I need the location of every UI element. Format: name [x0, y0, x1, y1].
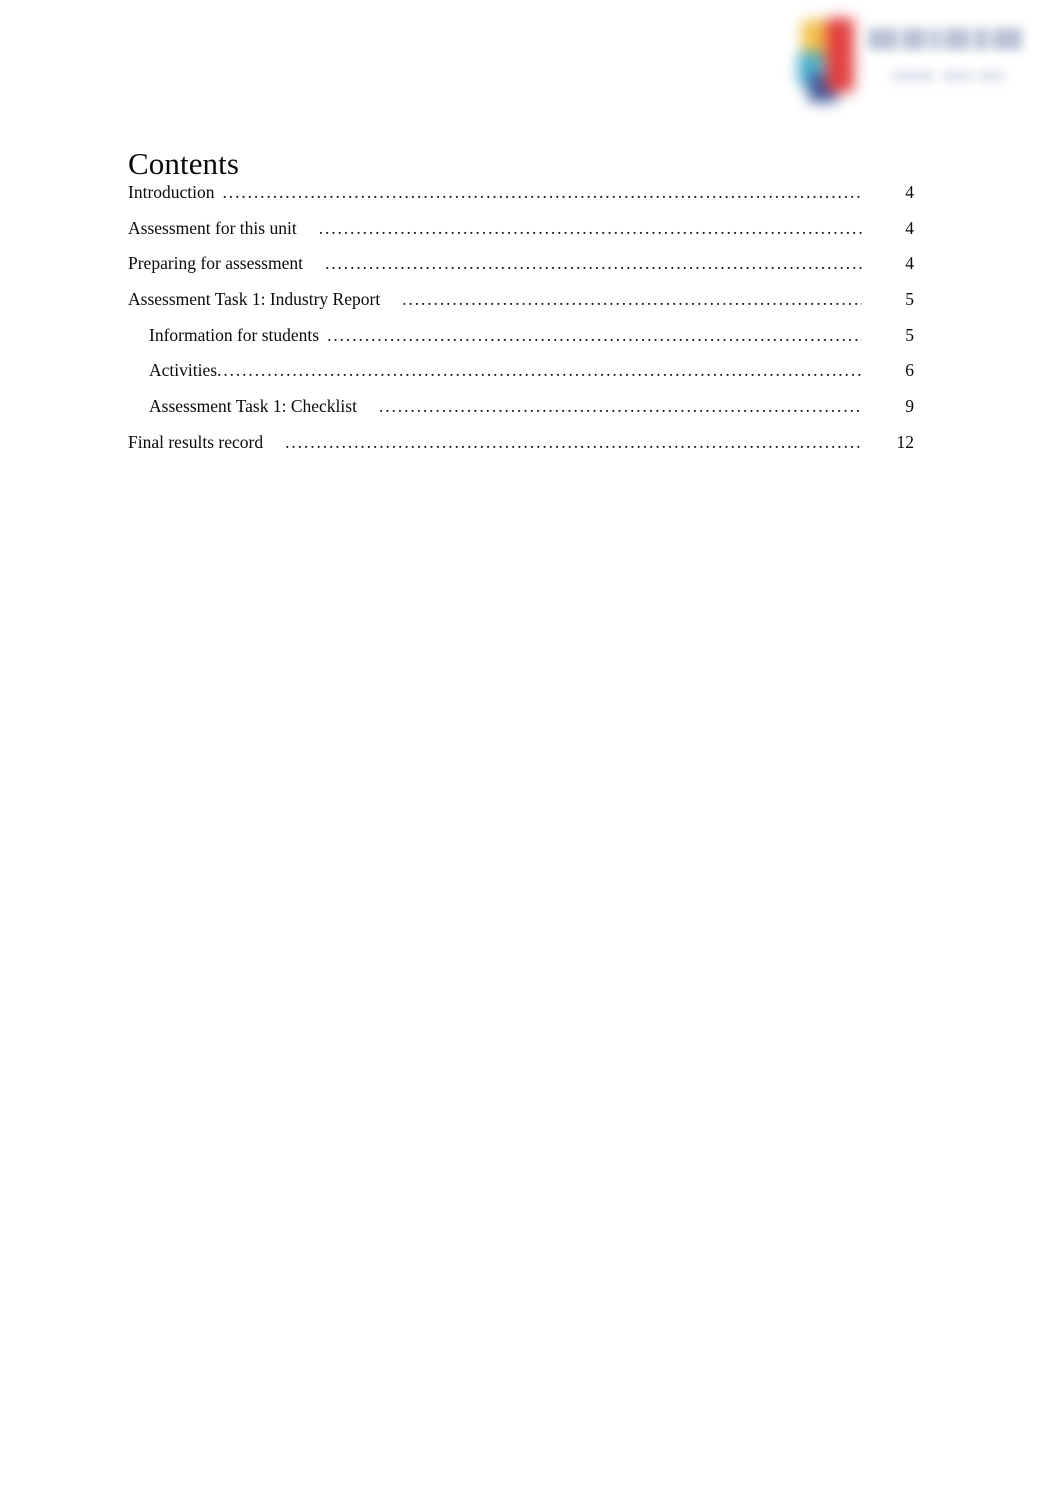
- toc-entry-title: Assessment Task 1: Industry Report: [128, 289, 381, 310]
- logo-subtitle-glyph: [978, 70, 1004, 82]
- toc-page-number: 4: [905, 253, 914, 274]
- toc-page-number: 4: [905, 182, 914, 202]
- toc-dot-leader: ........................................…: [324, 253, 862, 274]
- logo-wordmark-glyph: [944, 28, 970, 50]
- logo-wordmark: [866, 22, 1028, 62]
- logo-subtitle-glyph: [892, 70, 934, 82]
- toc-page-number: 9: [905, 396, 914, 417]
- toc-entry[interactable]: Assessment for this unit................…: [128, 216, 914, 252]
- logo-wordmark-glyph: [868, 28, 898, 50]
- toc-entry[interactable]: Information for students................…: [128, 323, 914, 359]
- toc-entry[interactable]: Final results record....................…: [128, 430, 914, 466]
- toc-entry-title: Information for students: [149, 324, 320, 345]
- toc-entry-title: Assessment for this unit: [128, 217, 297, 238]
- toc-entry-title: Activities: [149, 360, 218, 381]
- toc-entry-title: Introduction: [128, 182, 215, 202]
- toc-entry[interactable]: Preparing for assessment................…: [128, 251, 914, 287]
- page-title: Contents: [128, 145, 240, 181]
- toc-dot-leader: ........................................…: [318, 217, 862, 238]
- logo-wordmark-glyph: [992, 28, 1022, 50]
- toc-entry[interactable]: Activities..............................…: [128, 358, 914, 394]
- logo-wordmark-glyph: [930, 28, 940, 50]
- toc-page-number: 12: [896, 431, 915, 452]
- logo-subtitle-glyph: [942, 70, 972, 82]
- toc-entry[interactable]: Assessment Task 1: Checklist............…: [128, 394, 914, 430]
- toc-entry[interactable]: Introduction............................…: [128, 180, 914, 216]
- organisation-logo: [796, 14, 1028, 110]
- toc-dot-leader: ........................................…: [327, 324, 862, 345]
- document-page: Contents Introduction...................…: [0, 0, 1062, 1506]
- table-of-contents: Introduction............................…: [128, 180, 914, 466]
- logo-wordmark-glyph: [974, 28, 988, 50]
- logo-subtitle: [892, 66, 1008, 86]
- logo-wordmark-glyph: [902, 28, 926, 50]
- toc-entry[interactable]: Assessment Task 1: Industry Report......…: [128, 287, 914, 323]
- toc-entry-title: Preparing for assessment: [128, 253, 303, 274]
- toc-dot-leader: ........................................…: [222, 182, 862, 202]
- toc-entry-title: Assessment Task 1: Checklist: [149, 396, 357, 417]
- toc-dot-leader: ........................................…: [402, 289, 862, 310]
- toc-dot-leader: ........................................…: [378, 396, 862, 417]
- toc-page-number: 5: [905, 289, 914, 310]
- toc-dot-leader: ........................................…: [285, 431, 862, 452]
- toc-dot-leader: ........................................…: [217, 360, 862, 381]
- toc-entry-title: Final results record: [128, 431, 264, 452]
- logo-mark-icon: [796, 16, 864, 108]
- toc-page-number: 5: [905, 324, 914, 345]
- toc-page-number: 6: [905, 360, 914, 381]
- logo-swatch-red: [826, 18, 854, 92]
- toc-page-number: 4: [905, 217, 914, 238]
